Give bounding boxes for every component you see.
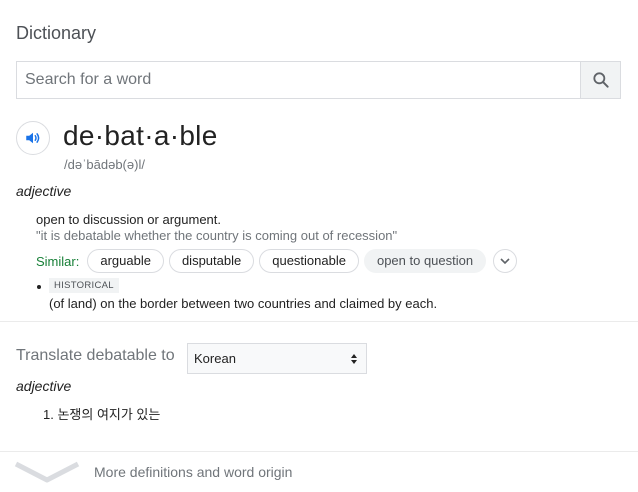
example-sentence: "it is debatable whether the country is … [36,228,398,243]
expand-similar-button[interactable] [493,249,518,273]
pronunciation-audio-button[interactable] [16,121,50,155]
similar-words-row: Similar: arguable disputable questionabl… [36,248,518,274]
translate-label: Translate debatable to [16,347,175,364]
historical-tag: HISTORICAL [49,278,119,293]
part-of-speech: adjective [16,183,72,199]
similar-chip[interactable]: questionable [259,249,359,273]
translation-part-of-speech: adjective [16,378,72,394]
section-divider [0,321,638,322]
up-down-arrows-icon [351,353,357,364]
chevron-down-icon [14,461,80,483]
dictionary-card: Dictionary de·bat·a·ble /dəˈbādəb(ə)l/ a… [0,0,638,492]
search-box [16,61,621,99]
headword: de·bat·a·ble [63,120,218,151]
search-input[interactable] [17,62,580,98]
similar-label: Similar: [36,253,80,269]
language-select[interactable]: Korean [187,343,367,374]
definition-text: open to discussion or argument. [36,212,221,227]
more-definitions-label: More definitions and word origin [94,464,293,480]
speaker-icon [26,132,40,144]
card-title: Dictionary [16,23,97,43]
phonetic-spelling: /dəˈbādəb(ə)l/ [64,157,145,172]
similar-chip[interactable]: disputable [168,249,255,273]
search-button[interactable] [580,62,620,98]
bullet-marker [37,285,41,289]
definition-text: (of land) on the border between two coun… [49,296,438,311]
translation-item: 1. 논쟁의 여지가 있는 [43,407,161,422]
similar-chip[interactable]: arguable [87,249,164,273]
chevron-down-icon [500,258,510,265]
similar-chip[interactable]: open to question [363,249,487,273]
more-definitions-link[interactable]: More definitions and word origin [0,452,638,492]
language-select-value: Korean [194,351,236,366]
search-icon [592,72,609,88]
